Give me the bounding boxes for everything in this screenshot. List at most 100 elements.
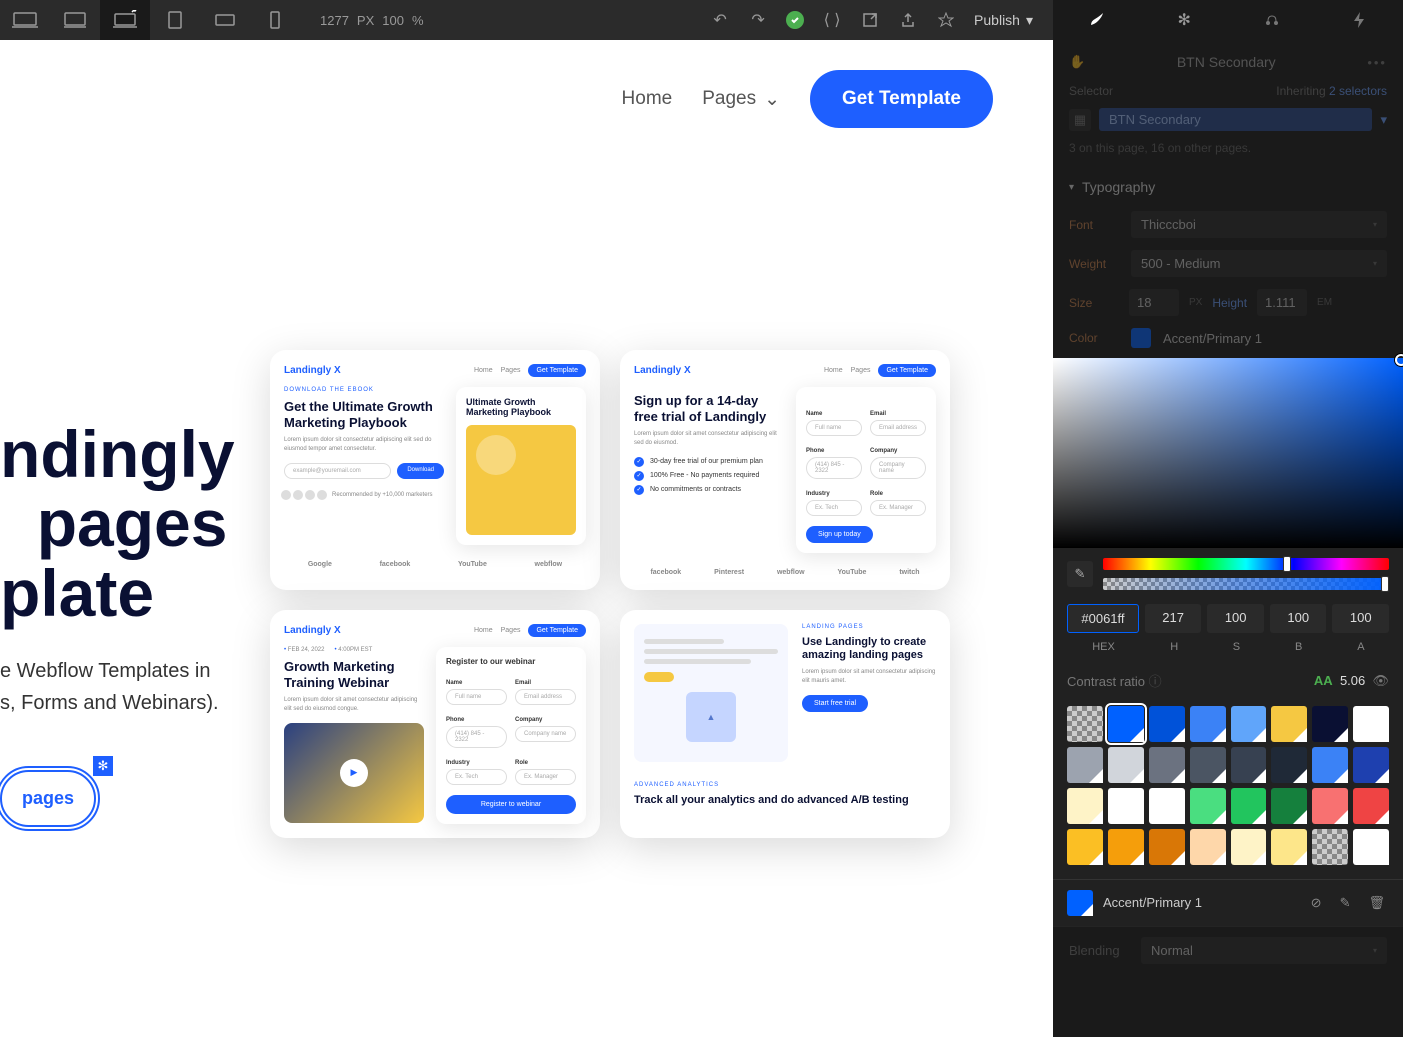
- swatch-item[interactable]: [1067, 747, 1103, 783]
- swatch-item[interactable]: [1108, 747, 1144, 783]
- swatch-item[interactable]: [1353, 829, 1389, 865]
- hero-subtitle[interactable]: e Webflow Templates in s, Forms and Webi…: [0, 655, 219, 719]
- image-placeholder-icon: ▲: [686, 692, 736, 742]
- edit-icon[interactable]: ✎: [1336, 895, 1355, 911]
- interactions-panel-icon[interactable]: [1349, 10, 1369, 30]
- swatch-item[interactable]: [1190, 829, 1226, 865]
- swatch-item[interactable]: [1353, 706, 1389, 742]
- current-swatch[interactable]: [1067, 890, 1093, 916]
- selector-state-icon[interactable]: ▦: [1069, 109, 1091, 131]
- swatch-item[interactable]: [1271, 788, 1307, 824]
- blending-select[interactable]: Normal▾: [1141, 937, 1387, 964]
- swatch-item[interactable]: [1190, 788, 1226, 824]
- undo-icon[interactable]: ↶: [710, 10, 730, 30]
- a-input[interactable]: 100: [1332, 604, 1389, 633]
- unlink-icon[interactable]: ⊘: [1307, 895, 1326, 911]
- swatch-item[interactable]: [1312, 706, 1348, 742]
- eyedropper-icon[interactable]: ✎: [1067, 561, 1093, 587]
- hex-input[interactable]: #0061ff: [1067, 604, 1139, 633]
- swatch-item[interactable]: [1108, 788, 1144, 824]
- export-icon[interactable]: [898, 10, 918, 30]
- hero-heading[interactable]: ndingly pagesplate: [0, 420, 235, 628]
- btn-secondary-selected[interactable]: pages: [0, 770, 96, 827]
- sv-handle[interactable]: [1395, 354, 1403, 366]
- swatch-item[interactable]: [1231, 788, 1267, 824]
- size-input[interactable]: 18: [1129, 289, 1179, 316]
- color-picker: ✎ #0061ff 217 100 100 100 HEX H S B A Co…: [1053, 358, 1403, 926]
- status-ok-icon[interactable]: [786, 11, 804, 29]
- swatch-item[interactable]: [1108, 829, 1144, 865]
- breakpoint-xl[interactable]: [0, 0, 50, 40]
- breakpoint-mobile-landscape[interactable]: [200, 0, 250, 40]
- swatch-item[interactable]: [1271, 706, 1307, 742]
- canvas-zoom[interactable]: 100: [382, 13, 404, 28]
- breakpoint-lg[interactable]: [50, 0, 100, 40]
- nav-home[interactable]: Home: [622, 88, 673, 110]
- redo-icon[interactable]: ↷: [748, 10, 768, 30]
- play-icon: ▶: [340, 759, 368, 787]
- swatch-item[interactable]: [1067, 706, 1103, 742]
- b-input[interactable]: 100: [1270, 604, 1327, 633]
- swatch-item[interactable]: [1149, 788, 1185, 824]
- swatch-item[interactable]: [1190, 706, 1226, 742]
- publish-button[interactable]: Publish ▾: [974, 12, 1033, 29]
- chevron-down-icon[interactable]: ▾: [1380, 112, 1387, 128]
- swatch-item[interactable]: [1353, 747, 1389, 783]
- inheriting-link[interactable]: 2 selectors: [1329, 84, 1387, 98]
- preview-card-signup[interactable]: Landingly XHomePagesGet Template Sign up…: [620, 350, 950, 590]
- color-swatch[interactable]: [1131, 328, 1151, 348]
- swatch-item[interactable]: [1353, 788, 1389, 824]
- swatch-item[interactable]: [1067, 788, 1103, 824]
- code-icon[interactable]: ⟨ ⟩: [822, 10, 842, 30]
- eye-icon[interactable]: 👁: [1372, 673, 1389, 688]
- font-select[interactable]: Thicccboi▾: [1131, 211, 1387, 238]
- preview-card-ebook[interactable]: Landingly XHomePagesGet Template DOWNLOA…: [270, 350, 600, 590]
- swatch-item[interactable]: [1149, 747, 1185, 783]
- blending-label: Blending: [1069, 943, 1129, 958]
- color-name: Accent/Primary 1: [1163, 331, 1262, 346]
- style-manager-icon[interactable]: [1262, 10, 1282, 30]
- more-icon[interactable]: •••: [1367, 55, 1387, 70]
- video-thumbnail: ▶: [284, 723, 424, 823]
- swatch-item[interactable]: [1149, 829, 1185, 865]
- preview-card-webinar[interactable]: Landingly XHomePagesGet Template FEB 24,…: [270, 610, 600, 838]
- height-input[interactable]: 1.111: [1257, 289, 1307, 316]
- swatch-item[interactable]: [1067, 829, 1103, 865]
- swatch-item[interactable]: [1271, 829, 1307, 865]
- swatch-item[interactable]: [1231, 706, 1267, 742]
- settings-panel-icon[interactable]: ✻: [1174, 10, 1194, 30]
- swatch-item[interactable]: [1231, 747, 1267, 783]
- breakpoint-desktop[interactable]: [100, 0, 150, 40]
- swatch-item[interactable]: [1108, 706, 1144, 742]
- weight-select[interactable]: 500 - Medium▾: [1131, 250, 1387, 277]
- breakpoint-mobile[interactable]: [250, 0, 300, 40]
- info-icon[interactable]: ⓘ: [1149, 674, 1162, 689]
- nav-cta-button[interactable]: Get Template: [810, 70, 993, 128]
- sv-gradient[interactable]: [1053, 358, 1403, 548]
- canvas-zoom-unit: %: [412, 13, 424, 28]
- swatch-item[interactable]: [1190, 747, 1226, 783]
- swatch-item[interactable]: [1312, 829, 1348, 865]
- breakpoint-tablet[interactable]: [150, 0, 200, 40]
- nav-pages[interactable]: Pages ⌄: [702, 88, 780, 111]
- swatch-item[interactable]: [1312, 747, 1348, 783]
- selector-tag[interactable]: BTN Secondary: [1099, 108, 1372, 131]
- swatch-item[interactable]: [1312, 788, 1348, 824]
- alpha-slider[interactable]: [1103, 578, 1389, 590]
- hue-slider[interactable]: [1103, 558, 1389, 570]
- swatch-item[interactable]: [1149, 706, 1185, 742]
- selected-class-name: BTN Secondary: [1177, 54, 1276, 70]
- preview-icon[interactable]: [860, 10, 880, 30]
- canvas-width[interactable]: 1277: [320, 13, 349, 28]
- preview-card-analytics[interactable]: ▲ LANDING PAGES Use Landingly to create …: [620, 610, 950, 838]
- h-input[interactable]: 217: [1145, 604, 1202, 633]
- audit-icon[interactable]: [936, 10, 956, 30]
- element-settings-icon[interactable]: ✻: [93, 756, 113, 776]
- typography-section[interactable]: Typography: [1053, 169, 1403, 205]
- swatch-item[interactable]: [1231, 829, 1267, 865]
- swatch-item[interactable]: [1271, 747, 1307, 783]
- trash-icon[interactable]: 🗑: [1364, 895, 1389, 911]
- s-input[interactable]: 100: [1207, 604, 1264, 633]
- style-panel-icon[interactable]: [1087, 10, 1107, 30]
- design-canvas[interactable]: Home Pages ⌄ Get Template ndingly pagesp…: [0, 40, 1053, 1037]
